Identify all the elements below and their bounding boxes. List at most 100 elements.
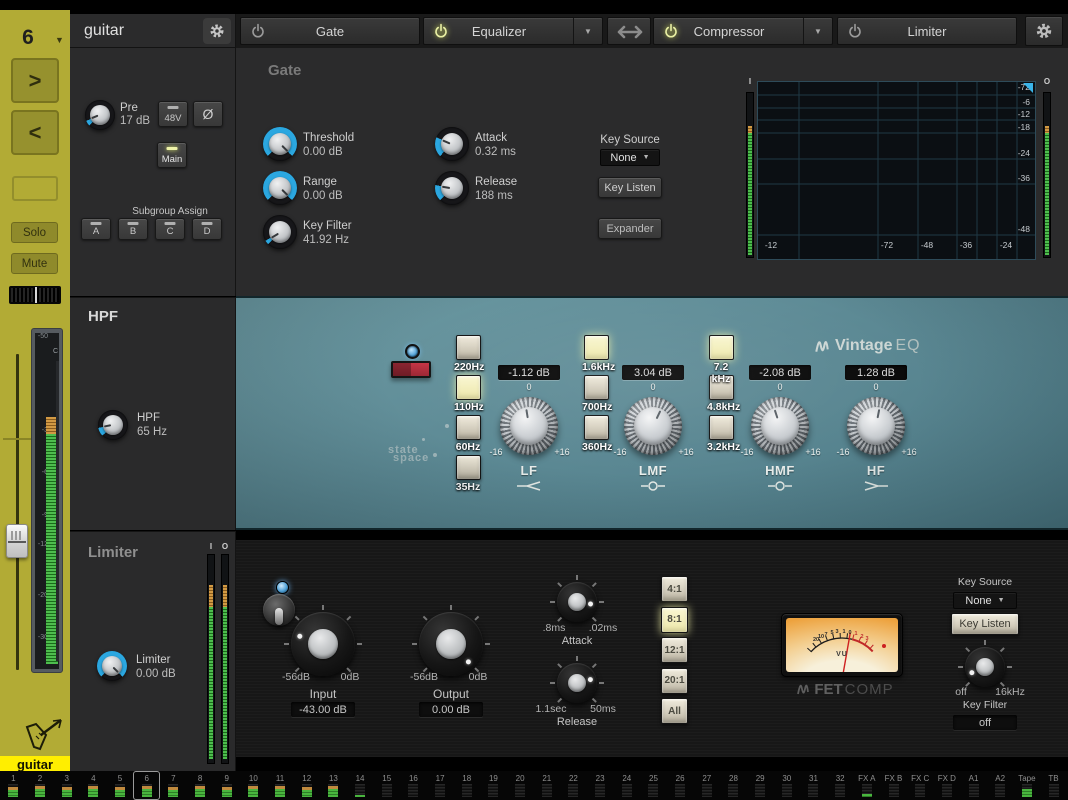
- bottom-channel[interactable]: 31: [800, 771, 827, 800]
- comp-output-knob[interactable]: [419, 612, 483, 676]
- bottom-channel[interactable]: 12: [293, 771, 320, 800]
- channel-settings-button[interactable]: [203, 18, 231, 44]
- prev-channel-button[interactable]: <: [11, 110, 59, 155]
- bottom-channel[interactable]: A2: [987, 771, 1014, 800]
- bottom-channel[interactable]: 18: [453, 771, 480, 800]
- limiter-knob[interactable]: [97, 651, 127, 681]
- gate-key-source-dropdown[interactable]: None ▼: [600, 149, 660, 166]
- scribble-wheel[interactable]: [9, 286, 61, 304]
- ratio-button[interactable]: All: [661, 698, 688, 724]
- tab-gate[interactable]: Gate: [240, 17, 420, 45]
- eq-power-rocker-switch[interactable]: [391, 361, 431, 378]
- bottom-channel[interactable]: 5: [107, 771, 134, 800]
- tab-limiter[interactable]: Limiter: [837, 17, 1017, 45]
- bottom-channel[interactable]: FX B: [880, 771, 907, 800]
- comp-release-knob[interactable]: [557, 663, 597, 703]
- bottom-channel[interactable]: 29: [747, 771, 774, 800]
- bottom-channel[interactable]: 26: [667, 771, 694, 800]
- bottom-channel[interactable]: 20: [507, 771, 534, 800]
- fet-comp-panel: -56dB 0dB Input -43.00 dB -56dB 0dB Outp…: [236, 540, 1068, 757]
- bottom-channel[interactable]: 14: [347, 771, 374, 800]
- mute-button[interactable]: Mute: [11, 253, 58, 274]
- scribble-box[interactable]: [12, 176, 58, 201]
- bottom-channel[interactable]: 4: [80, 771, 107, 800]
- subgroup-button[interactable]: D: [192, 218, 222, 240]
- bottom-channel[interactable]: 3: [53, 771, 80, 800]
- main-assign-button[interactable]: Main: [157, 142, 187, 168]
- tab-equalizer[interactable]: Equalizer ▼: [423, 17, 603, 45]
- swap-processors-button[interactable]: [607, 17, 651, 45]
- bottom-channel[interactable]: 22: [560, 771, 587, 800]
- high-shelf-icon: [863, 480, 889, 492]
- bottom-channel[interactable]: 28: [720, 771, 747, 800]
- next-channel-button[interactable]: >: [11, 58, 59, 103]
- ratio-button[interactable]: 4:1: [661, 576, 688, 602]
- bottom-channel[interactable]: Tape: [1014, 771, 1041, 800]
- bottom-channel[interactable]: FX A: [854, 771, 881, 800]
- bottom-channel[interactable]: FX C: [907, 771, 934, 800]
- subgroup-assign-label: Subgroup Assign: [98, 206, 242, 217]
- phase-invert-button[interactable]: Ø: [193, 101, 223, 127]
- gate-release-knob[interactable]: [435, 171, 469, 205]
- eq-freq-button[interactable]: [584, 335, 609, 360]
- tab-compressor[interactable]: Compressor ▼: [653, 17, 833, 45]
- comp-attack-knob[interactable]: [557, 582, 597, 622]
- bottom-channel[interactable]: FX D: [934, 771, 961, 800]
- bottom-channel[interactable]: 24: [613, 771, 640, 800]
- threshold-marker[interactable]: [1023, 83, 1033, 93]
- fader-handle[interactable]: [6, 524, 28, 558]
- gate-expander-button[interactable]: Expander: [598, 218, 662, 239]
- bottom-channel[interactable]: 17: [427, 771, 454, 800]
- subgroup-button[interactable]: A: [81, 218, 111, 240]
- subgroup-button[interactable]: C: [155, 218, 185, 240]
- bottom-channel[interactable]: 25: [640, 771, 667, 800]
- ratio-button[interactable]: 8:1: [661, 607, 688, 633]
- gate-graph[interactable]: -6-12-18-24-36-48-72 -72-48-36-24-12: [757, 81, 1036, 260]
- ratio-button[interactable]: 20:1: [661, 668, 688, 694]
- bottom-channel[interactable]: 11: [267, 771, 294, 800]
- comp-key-filter-knob[interactable]: [965, 647, 1005, 687]
- eq-freq-button[interactable]: [456, 335, 481, 360]
- bottom-channel[interactable]: 6: [133, 771, 160, 800]
- bottom-channel[interactable]: 7: [160, 771, 187, 800]
- gate-range-knob[interactable]: [263, 171, 297, 205]
- bottom-channel[interactable]: 30: [773, 771, 800, 800]
- bottom-channel[interactable]: 19: [480, 771, 507, 800]
- hpf-knob[interactable]: [98, 410, 128, 440]
- channel-mini-meter: [808, 784, 818, 797]
- gate-threshold-knob[interactable]: [263, 127, 297, 161]
- pre-gain-knob[interactable]: [85, 100, 115, 130]
- channel-number[interactable]: 6: [0, 26, 56, 50]
- eq-model-dropdown[interactable]: ▼: [573, 18, 602, 44]
- gate-attack-knob[interactable]: [435, 127, 469, 161]
- bottom-channel[interactable]: 27: [693, 771, 720, 800]
- vintage-eq-brand: Vintage EQ: [814, 336, 1034, 356]
- solo-button[interactable]: Solo: [11, 222, 58, 243]
- bottom-channel[interactable]: 23: [587, 771, 614, 800]
- bottom-channel[interactable]: A1: [960, 771, 987, 800]
- bottom-channel[interactable]: 13: [320, 771, 347, 800]
- gate-key-listen-button[interactable]: Key Listen: [598, 177, 662, 198]
- comp-model-dropdown[interactable]: ▼: [803, 18, 832, 44]
- bottom-channel[interactable]: 21: [533, 771, 560, 800]
- comp-input-knob[interactable]: [291, 612, 355, 676]
- channel-select-chevron-down-icon[interactable]: ▼: [55, 35, 64, 45]
- bottom-channel[interactable]: 1: [0, 771, 27, 800]
- bottom-channel[interactable]: TB: [1040, 771, 1067, 800]
- bottom-channel[interactable]: 9: [213, 771, 240, 800]
- eq-freq-button[interactable]: [709, 335, 734, 360]
- bottom-channel[interactable]: 15: [373, 771, 400, 800]
- bottom-channel[interactable]: 16: [400, 771, 427, 800]
- comp-key-source-dropdown[interactable]: None ▼: [953, 592, 1017, 609]
- indicator: [168, 106, 179, 109]
- subgroup-button[interactable]: B: [118, 218, 148, 240]
- bottom-channel[interactable]: 2: [27, 771, 54, 800]
- comp-attack-min: .8ms: [543, 622, 566, 634]
- gate-key-filter-knob[interactable]: [263, 215, 297, 249]
- phantom-48v-button[interactable]: 48V: [158, 101, 188, 127]
- bottom-channel[interactable]: 8: [187, 771, 214, 800]
- ratio-button[interactable]: 12:1: [661, 637, 688, 663]
- bottom-channel[interactable]: 10: [240, 771, 267, 800]
- bottom-channel[interactable]: 32: [827, 771, 854, 800]
- fat-channel-settings-button[interactable]: [1025, 16, 1063, 46]
